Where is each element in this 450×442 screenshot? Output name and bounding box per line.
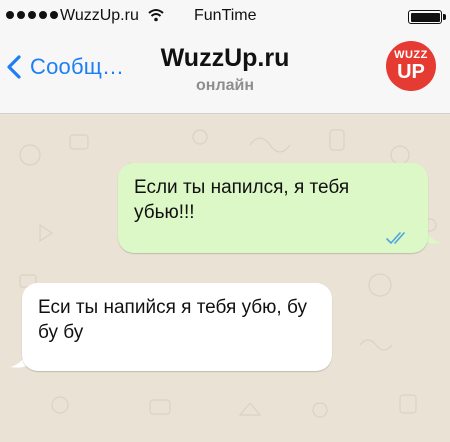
incoming-message[interactable]: Еси ты напийся я тебя убю, бу бу бу — [22, 283, 332, 371]
chat-header: Сообщ… WuzzUp.ru онлайн WUZZ UP — [0, 34, 450, 114]
message-list[interactable]: Если ты напился, я тебя убью!!! Еси ты н… — [0, 115, 450, 442]
message-text: Если ты напился, я тебя убью!!! — [134, 177, 350, 223]
chat-title[interactable]: WuzzUp.ru — [0, 44, 450, 73]
battery-icon — [408, 10, 446, 24]
message-text: Еси ты напийся я тебя убю, бу бу бу — [38, 297, 307, 343]
signal-strength-icon — [6, 11, 58, 19]
status-time: FunTime — [194, 7, 257, 24]
avatar-logo-line1: WUZZ — [394, 49, 428, 61]
avatar[interactable]: WUZZ UP — [386, 41, 436, 91]
status-bar: WuzzUp.ru FunTime — [0, 0, 450, 34]
chat-status: онлайн — [196, 77, 254, 94]
outgoing-message[interactable]: Если ты напился, я тебя убью!!! — [118, 163, 428, 253]
read-receipt-icon — [386, 232, 405, 245]
carrier-name: WuzzUp.ru — [60, 7, 139, 24]
wifi-icon — [148, 9, 164, 22]
avatar-logo-line2: UP — [397, 61, 425, 83]
chat-screen: WuzzUp.ru FunTime Сообщ… WuzzUp.ru онлай… — [0, 0, 450, 442]
